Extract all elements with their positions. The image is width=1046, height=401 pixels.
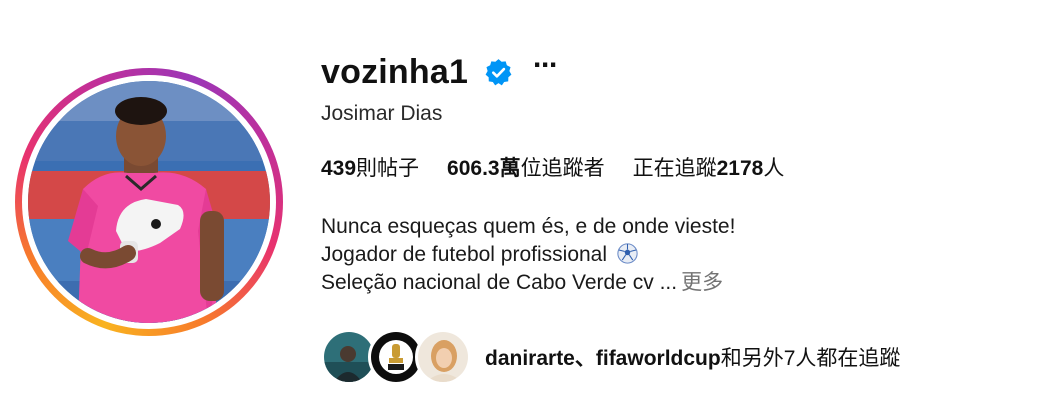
profile-stats: 439則帖子 606.3萬位追蹤者 正在追蹤2178人 [321, 152, 812, 182]
bio-more-link[interactable]: 更多 [681, 271, 723, 294]
posts-count: 439 [321, 157, 357, 180]
soccer-ball-icon [617, 243, 638, 264]
verified-badge-icon [484, 58, 513, 87]
profile-username[interactable]: vozinha1 [321, 53, 468, 92]
more-options-icon[interactable]: ⋯ [533, 54, 558, 78]
profile-bio: Nunca esqueças quem és, e de onde vieste… [321, 213, 735, 297]
followers-count-stat[interactable]: 606.3萬位追蹤者 [447, 152, 605, 182]
following-suffix: 人 [763, 157, 785, 180]
followed-by-names[interactable]: danirarte、fifaworldcup [485, 347, 721, 370]
followed-by-text: danirarte、fifaworldcup和另外7人都在追蹤 [485, 342, 900, 372]
followed-by-row[interactable]: danirarte、fifaworldcup和另外7人都在追蹤 [321, 329, 900, 385]
bio-line-3: Seleção nacional de Cabo Verde cv ... 更多 [321, 269, 735, 297]
bio-line-3-text: Seleção nacional de Cabo Verde cv ... [321, 271, 678, 294]
followers-label: 位追蹤者 [520, 157, 605, 180]
avatar-ring-gap [22, 75, 276, 329]
following-count: 2178 [716, 157, 764, 180]
posts-label: 則帖子 [356, 157, 420, 180]
profile-avatar[interactable] [28, 81, 270, 323]
avatar-photo-image [28, 81, 270, 323]
following-count-stat[interactable]: 正在追蹤2178人 [633, 152, 785, 182]
bio-line-2-text: Jogador de futebol profissional [321, 243, 608, 266]
followers-count: 606.3萬 [447, 157, 521, 180]
profile-avatar-ring[interactable] [15, 68, 283, 336]
followed-by-suffix: 和另外7人都在追蹤 [720, 347, 901, 370]
username-row: vozinha1 ⋯ [321, 49, 558, 95]
posts-count-stat[interactable]: 439則帖子 [321, 152, 419, 182]
following-prefix: 正在追蹤 [632, 157, 717, 180]
bio-line-1: Nunca esqueças quem és, e de onde vieste… [321, 215, 736, 238]
profile-full-name: Josimar Dias [321, 102, 443, 125]
follower-avatar-3 [415, 329, 471, 385]
bio-line-2: Jogador de futebol profissional [321, 241, 735, 269]
